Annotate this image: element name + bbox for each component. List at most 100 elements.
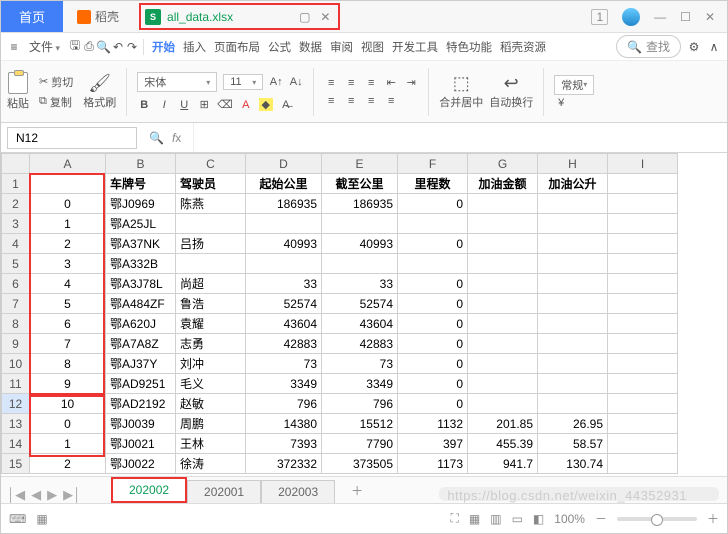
qat-undo-icon[interactable]: ↶ <box>111 40 125 54</box>
menu-view[interactable]: 视图 <box>357 39 388 55</box>
row-header[interactable]: 11 <box>2 374 30 394</box>
view-page-icon[interactable]: ▥ <box>490 512 501 526</box>
close-icon[interactable]: ✕ <box>705 10 715 24</box>
merge-icon[interactable]: ⬚ <box>453 73 470 94</box>
indent-dec-icon[interactable]: ⇤ <box>384 76 398 89</box>
merge-label[interactable]: 合并居中 <box>439 94 483 110</box>
align-bot-icon[interactable]: ≡ <box>364 77 378 89</box>
menu-more-icon[interactable]: ≡ <box>7 40 21 54</box>
underline-button[interactable]: U <box>177 99 191 111</box>
size-select[interactable]: 11 <box>223 74 263 90</box>
view-extra-icon[interactable]: ◧ <box>533 512 544 526</box>
col-header[interactable]: H <box>538 154 608 174</box>
row-header[interactable]: 8 <box>2 314 30 334</box>
name-box[interactable] <box>7 127 137 149</box>
clear-fmt-icon[interactable]: A̶ <box>279 99 293 111</box>
align-left-icon[interactable]: ≡ <box>324 95 338 107</box>
row-header[interactable]: 4 <box>2 234 30 254</box>
menu-start[interactable]: 开始 <box>148 39 179 55</box>
search-box[interactable]: 🔍 查找 <box>616 35 681 58</box>
view-fullscreen-icon[interactable]: ⛶ <box>450 511 458 526</box>
sheet-prev-icon[interactable]: ◀ <box>31 487 41 503</box>
table-row[interactable]: 1车牌号驾驶员起始公里截至公里里程数加油金额加油公升 <box>2 174 678 194</box>
row-header[interactable]: 1 <box>2 174 30 194</box>
zoom-out-icon[interactable]: － <box>595 510 607 527</box>
row-header[interactable]: 10 <box>2 354 30 374</box>
align-right-icon[interactable]: ≡ <box>364 95 378 107</box>
zoom-slider[interactable] <box>617 517 697 521</box>
zoom-in-icon[interactable]: ＋ <box>707 510 719 527</box>
collapse-icon[interactable]: ∧ <box>707 40 721 54</box>
currency-icon[interactable]: ¥ <box>554 97 568 109</box>
wrap-label[interactable]: 自动换行 <box>489 94 533 110</box>
daoqiao-tab[interactable]: 稻壳 <box>63 1 133 32</box>
maximize-icon[interactable]: ☐ <box>680 10 691 24</box>
align-center-icon[interactable]: ≡ <box>344 95 358 107</box>
menu-review[interactable]: 审阅 <box>326 39 357 55</box>
indent-inc-icon[interactable]: ⇥ <box>404 76 418 89</box>
row-header[interactable]: 12 <box>2 394 30 414</box>
table-row[interactable]: 20鄂J0969陈燕1869351869350 <box>2 194 678 214</box>
sheet-last-icon[interactable]: ▶│ <box>63 487 81 503</box>
copy-button[interactable]: ⧉复制 <box>35 93 77 111</box>
menu-special[interactable]: 特色功能 <box>442 39 496 55</box>
col-header[interactable]: C <box>176 154 246 174</box>
table-row[interactable]: 97鄂A7A8Z志勇42883428830 <box>2 334 678 354</box>
row-header[interactable]: 9 <box>2 334 30 354</box>
erase-icon[interactable]: ⌫ <box>217 98 233 111</box>
paste-label[interactable]: 粘贴 <box>7 95 29 111</box>
row-header[interactable]: 7 <box>2 294 30 314</box>
sheet-add-button[interactable]: ＋ <box>335 478 379 503</box>
qat-redo-icon[interactable]: ↷ <box>125 40 139 54</box>
file-menu[interactable]: 文件 <box>21 38 68 55</box>
table-row[interactable]: 42鄂A37NK吕扬40993409930 <box>2 234 678 254</box>
col-header[interactable]: D <box>246 154 322 174</box>
col-header[interactable]: G <box>468 154 538 174</box>
avatar[interactable] <box>622 8 640 26</box>
row-header[interactable]: 6 <box>2 274 30 294</box>
table-row[interactable]: 1210鄂AD2192赵敏7967960 <box>2 394 678 414</box>
minimize-icon[interactable]: — <box>654 10 666 24</box>
spreadsheet-grid[interactable]: ABCDEFGHI1车牌号驾驶员起始公里截至公里里程数加油金额加油公升20鄂J0… <box>1 153 727 489</box>
table-row[interactable]: 108鄂AJ37Y刘冲73730 <box>2 354 678 374</box>
number-format[interactable]: 常规 <box>554 75 594 95</box>
row-header[interactable]: 3 <box>2 214 30 234</box>
settings-icon[interactable]: ⚙ <box>687 40 701 54</box>
table-row[interactable]: 130鄂J0039周鹏14380155121132201.8526.95 <box>2 414 678 434</box>
table-row[interactable]: 152鄂J0022徐涛3723323735051173941.7130.74 <box>2 454 678 474</box>
col-header[interactable]: F <box>398 154 468 174</box>
paste-icon[interactable] <box>8 72 28 94</box>
col-header[interactable]: I <box>608 154 678 174</box>
menu-data[interactable]: 数据 <box>295 39 326 55</box>
menu-layout[interactable]: 页面布局 <box>210 39 264 55</box>
row-header[interactable]: 13 <box>2 414 30 434</box>
sheet-tab-2[interactable]: 202003 <box>261 480 335 503</box>
row-header[interactable]: 5 <box>2 254 30 274</box>
sheet-next-icon[interactable]: ▶ <box>47 487 57 503</box>
table-row[interactable]: 53鄂A332B <box>2 254 678 274</box>
menu-insert[interactable]: 插入 <box>179 39 210 55</box>
fx-icon[interactable]: fx <box>172 131 181 145</box>
sheet-tab-1[interactable]: 202001 <box>187 480 261 503</box>
table-row[interactable]: 75鄂A484ZF鲁浩52574525740 <box>2 294 678 314</box>
menu-resources[interactable]: 稻壳资源 <box>496 39 550 55</box>
view-normal-icon[interactable]: ▦ <box>469 512 480 526</box>
shrink-font-icon[interactable]: A↓ <box>289 76 303 88</box>
fmt-painter-icon[interactable]: 🖌 <box>88 73 111 94</box>
align-mid-icon[interactable]: ≡ <box>344 77 358 89</box>
col-header[interactable]: B <box>106 154 176 174</box>
status-grid-icon[interactable]: ▦ <box>36 512 47 526</box>
wrap-icon[interactable]: ↩ <box>504 73 519 94</box>
file-tab[interactable]: S all_data.xlsx ▢ ✕ <box>139 3 340 30</box>
status-mode-icon[interactable]: ⌨ <box>9 512 26 526</box>
fill-color-button[interactable]: ◆ <box>259 98 273 111</box>
font-select[interactable]: 宋体 <box>137 72 217 92</box>
row-header[interactable]: 15 <box>2 454 30 474</box>
home-tab[interactable]: 首页 <box>1 1 63 32</box>
badge[interactable]: 1 <box>591 9 608 25</box>
align-top-icon[interactable]: ≡ <box>324 77 338 89</box>
table-row[interactable]: 141鄂J0021王林73937790397455.3958.57 <box>2 434 678 454</box>
table-row[interactable]: 119鄂AD9251毛义334933490 <box>2 374 678 394</box>
table-row[interactable]: 64鄂A3J78L尚超33330 <box>2 274 678 294</box>
menu-dev[interactable]: 开发工具 <box>388 39 442 55</box>
